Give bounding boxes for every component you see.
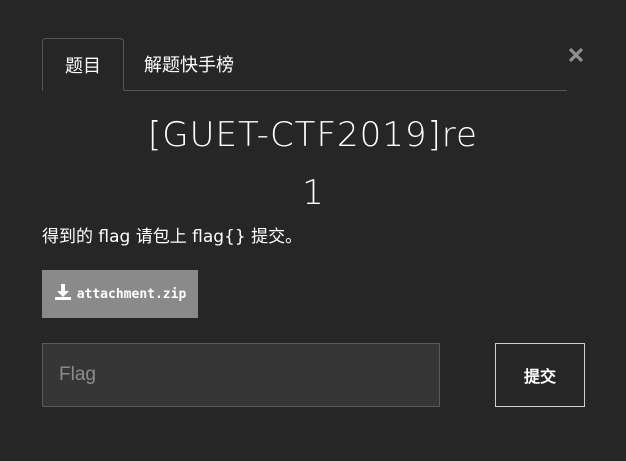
flag-input[interactable] — [42, 343, 440, 407]
tab-bar: 题目 解题快手榜 — [42, 38, 567, 91]
download-icon — [54, 283, 77, 305]
tab-solves[interactable]: 解题快手榜 — [144, 38, 234, 90]
attachment-label: attachment.zip — [76, 286, 187, 302]
attachment-button[interactable]: attachment.zip — [42, 270, 198, 318]
challenge-description: 得到的 flag 请包上 flag{} 提交。 — [42, 227, 303, 247]
submit-button[interactable]: 提交 — [495, 343, 585, 407]
tab-challenge[interactable]: 题目 — [42, 38, 124, 91]
challenge-modal: 题目 解题快手榜 [GUET-CTF2019]re 1 得到的 flag 请包上… — [0, 0, 626, 461]
challenge-title: [GUET-CTF2019]re — [148, 115, 478, 155]
challenge-points: 1 — [302, 173, 324, 213]
close-icon[interactable] — [566, 44, 586, 66]
